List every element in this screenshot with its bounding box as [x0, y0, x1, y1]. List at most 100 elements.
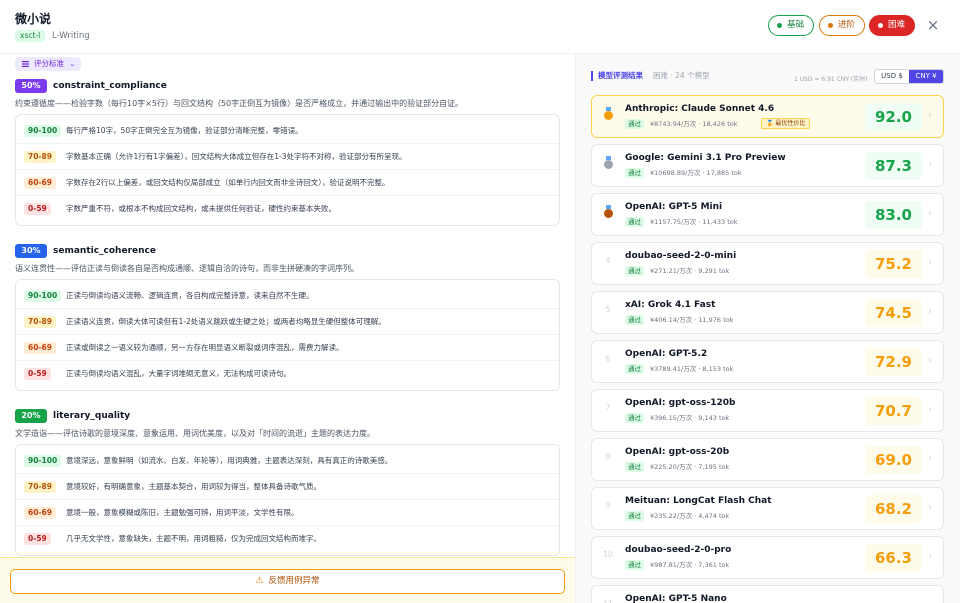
model-card[interactable]: 10 doubao-seed-2-0-pro 通过 ¥987.81/万次 · 7,36… — [591, 536, 944, 579]
chevron-right-icon: › — [928, 110, 932, 121]
cost-info: ¥1157.75/万次 · 11,433 tok — [650, 218, 738, 226]
model-card[interactable]: 4 doubao-seed-2-0-mini 通过 ¥271.21/万次 · 9,29… — [591, 242, 944, 285]
weight-badge: 50% — [15, 79, 47, 93]
level-range: 60-69 — [24, 342, 56, 354]
score-value: 83.0 — [865, 201, 922, 229]
status-badge: 通过 — [625, 119, 644, 129]
level-text: 正读或倒读之一语义较为通顺，另一方存在明显语义断裂或词序混乱，需费力解读。 — [66, 343, 344, 352]
level-range: 60-69 — [24, 507, 56, 519]
model-name: xAI: Grok 4.1 Fast — [625, 300, 716, 310]
level-row: 90-100 正读与倒读均语义流畅、逻辑连贯，各自构成完整诗意，读来自然不生硬。 — [16, 283, 559, 309]
dot-icon — [777, 23, 782, 28]
level-row: 60-69 正读或倒读之一语义较为通顺，另一方存在明显语义断裂或词序混乱，需费力… — [16, 335, 559, 361]
model-card[interactable]: 5 xAI: Grok 4.1 Fast 通过 ¥406.14/万次 · 11,976… — [591, 291, 944, 334]
list-icon — [22, 61, 29, 67]
level-text: 意境深远，意象鲜明（如流水、白发、年轮等），用词典雅，主题表达深刻，具有真正的诗… — [66, 456, 393, 465]
model-name: OpenAI: gpt-oss-120b — [625, 398, 736, 408]
difficulty-medium-button[interactable]: 进阶 — [819, 15, 865, 36]
model-card[interactable]: Google: Gemini 3.1 Pro Preview 通过 ¥10698.8… — [591, 144, 944, 187]
level-text: 正读与倒读均语义混乱，大量字词堆砌无意义，无法构成可读诗句。 — [66, 369, 291, 378]
chevron-right-icon: › — [928, 159, 932, 170]
exchange-rate-note: 1 USD = 6.91 CNY (实时) — [794, 76, 868, 83]
score-value: 74.5 — [865, 299, 922, 327]
level-text: 每行严格10字，50字正倒完全互为镜像，验证部分清晰完整，零错误。 — [66, 126, 303, 135]
model-card[interactable]: 7 OpenAI: gpt-oss-120b 通过 ¥396.15/万次 · 9,14… — [591, 389, 944, 432]
level-range: 90-100 — [24, 290, 62, 302]
medal-icon — [604, 107, 613, 120]
currency-cny-button[interactable]: CNY ¥ — [909, 70, 943, 83]
status-badge: 通过 — [625, 364, 644, 374]
model-card[interactable]: 9 Meituan: LongCat Flash Chat 通过 ¥235.22/万次… — [591, 487, 944, 530]
score-value: 66.3 — [865, 544, 922, 572]
footer: ⚠ 反馈用例异常 — [0, 557, 575, 603]
chevron-right-icon: › — [928, 208, 932, 219]
cost-info: ¥8743.94/万次 · 18,426 tok — [650, 120, 738, 128]
category-label: L-Writing — [52, 31, 90, 41]
level-row: 90-100 每行严格10字，50字正倒完全互为镜像，验证部分清晰完整，零错误。 — [16, 118, 559, 144]
chevron-right-icon: › — [928, 551, 932, 562]
model-card[interactable]: OpenAI: GPT-5 Mini 通过 ¥1157.75/万次 · 11,433… — [591, 193, 944, 236]
cost-info: ¥235.22/万次 · 4,474 tok — [650, 512, 730, 520]
status-badge: 通过 — [625, 560, 644, 570]
status-badge: 通过 — [625, 511, 644, 521]
model-name: doubao-seed-2-0-pro — [625, 545, 732, 555]
level-row: 70-89 字数基本正确（允许1行有1字偏差），回文结构大体成立但存在1-3处字… — [16, 144, 559, 170]
cost-info: ¥10698.89/万次 · 17,885 tok — [650, 169, 742, 177]
level-row: 90-100 意境深远，意象鲜明（如流水、白发、年轮等），用词典雅，主题表达深刻… — [16, 448, 559, 474]
model-card[interactable]: 8 OpenAI: gpt-oss-20b 通过 ¥225.20/万次 · 7,195… — [591, 438, 944, 481]
level-range: 70-89 — [24, 151, 56, 163]
level-text: 几乎无文学性，意象缺失，主题不明，用词粗糙，仅为完成回文结构而堆字。 — [66, 534, 321, 543]
criteria-dropdown-label: 评分标准 — [34, 59, 64, 68]
level-row: 60-69 字数存在2行以上偏差，或回文结构仅局部成立（如单行内回文而非全诗回文… — [16, 170, 559, 196]
rank-number: 8 — [605, 452, 611, 461]
difficulty-easy-label: 基础 — [787, 20, 805, 30]
weight-badge: 30% — [15, 244, 47, 258]
level-row: 60-69 意境一般，意象模糊或陈旧，主题勉强可辨，用词平淡，文学性有限。 — [16, 500, 559, 526]
cost-info: ¥3789.41/万次 · 8,153 tok — [650, 365, 734, 373]
case-id-tag: xsct-l — [15, 30, 46, 42]
results-panel: 模型评测结果 困难 · 24 个模型 1 USD = 6.91 CNY (实时)… — [576, 54, 960, 603]
difficulty-easy-button[interactable]: 基础 — [768, 15, 814, 36]
weight-badge: 20% — [15, 409, 47, 423]
results-title: 模型评测结果 — [598, 71, 643, 80]
chevron-right-icon: › — [928, 257, 932, 268]
rank-number: 10 — [603, 550, 613, 559]
currency-usd-button[interactable]: USD $ — [875, 70, 909, 83]
difficulty-hard-label: 困难 — [888, 20, 906, 30]
model-name: OpenAI: GPT-5 Nano — [625, 594, 727, 603]
status-badge: 通过 — [625, 217, 644, 227]
level-range: 0-59 — [24, 368, 51, 380]
level-text: 正读语义连贯，倒读大体可读但有1-2处语义跳跃或生硬之处；或两者均略显生硬但整体… — [66, 317, 386, 326]
level-text: 字数基本正确（允许1行有1字偏差），回文结构大体成立但存在1-3处字符不对称，验… — [66, 152, 407, 161]
difficulty-hard-button[interactable]: 困难 — [869, 15, 915, 36]
status-badge: 通过 — [625, 413, 644, 423]
model-name: OpenAI: GPT-5 Mini — [625, 202, 723, 212]
level-range: 0-59 — [24, 203, 51, 215]
chevron-right-icon: › — [928, 453, 932, 464]
criteria-dropdown[interactable]: 评分标准 ⌄ — [15, 57, 82, 71]
model-name: OpenAI: GPT-5.2 — [625, 349, 708, 359]
level-row: 70-89 意境较好，有明确意象，主题基本契合，用词较为得当，整体具备诗歌气质。 — [16, 474, 559, 500]
rank-number: 11 — [602, 599, 614, 603]
dot-icon — [828, 23, 833, 28]
report-issue-button[interactable]: ⚠ 反馈用例异常 — [10, 569, 565, 594]
model-card[interactable]: Anthropic: Claude Sonnet 4.6 通过 ¥8743.94/万… — [591, 95, 944, 138]
close-icon[interactable]: × — [925, 17, 941, 33]
criterion-name: constraint_compliance — [53, 81, 167, 91]
currency-toggle: USD $ CNY ¥ — [874, 69, 944, 84]
model-card[interactable]: 6 OpenAI: GPT-5.2 通过 ¥3789.41/万次 · 8,153 to… — [591, 340, 944, 383]
model-name: OpenAI: gpt-oss-20b — [625, 447, 730, 457]
level-range: 90-100 — [24, 455, 62, 467]
criterion-description: 约束遵循度——检验字数（每行10字×5行）与回文结构（50字正倒互为镜像）是否严… — [15, 99, 464, 108]
value-badge: 🏅 最优性价比 — [761, 118, 811, 129]
criterion-description: 语义连贯性——评估正读与倒读各自是否构成通顺、逻辑自洽的诗句，而非生拼硬凑的字词… — [15, 264, 359, 273]
criterion-section: 50% constraint_compliance 约束遵循度——检验字数（每行… — [15, 79, 560, 226]
level-text: 字数严重不符，或根本不构成回文结构，或未提供任何验证，硬性约束基本失败。 — [66, 204, 336, 213]
model-name: Google: Gemini 3.1 Pro Preview — [625, 153, 786, 163]
model-card[interactable]: 11OpenAI: GPT-5 Nano› — [591, 585, 944, 603]
cost-info: ¥396.15/万次 · 9,143 tok — [650, 414, 730, 422]
score-value: 68.2 — [865, 495, 922, 523]
criterion-name: semantic_coherence — [53, 246, 156, 256]
level-list: 90-100 每行严格10字，50字正倒完全互为镜像，验证部分清晰完整，零错误。… — [15, 114, 560, 226]
status-badge: 通过 — [625, 266, 644, 276]
